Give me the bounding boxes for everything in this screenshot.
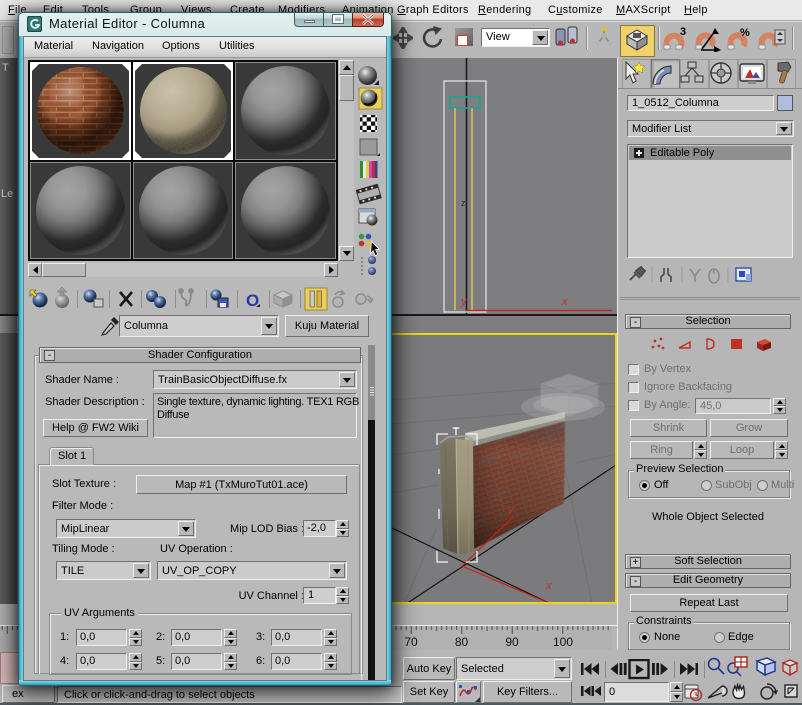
svg-text:%: % xyxy=(740,27,750,39)
svg-text:z: z xyxy=(461,198,466,208)
svg-text:x: x xyxy=(561,296,568,308)
svg-text:O: O xyxy=(246,291,259,310)
svg-text:x: x xyxy=(545,580,552,592)
svg-text:90: 90 xyxy=(505,635,519,649)
svg-text:3: 3 xyxy=(680,26,686,38)
svg-text:100: 100 xyxy=(553,635,573,649)
svg-text:80: 80 xyxy=(455,635,469,649)
svg-text:70: 70 xyxy=(404,635,418,649)
